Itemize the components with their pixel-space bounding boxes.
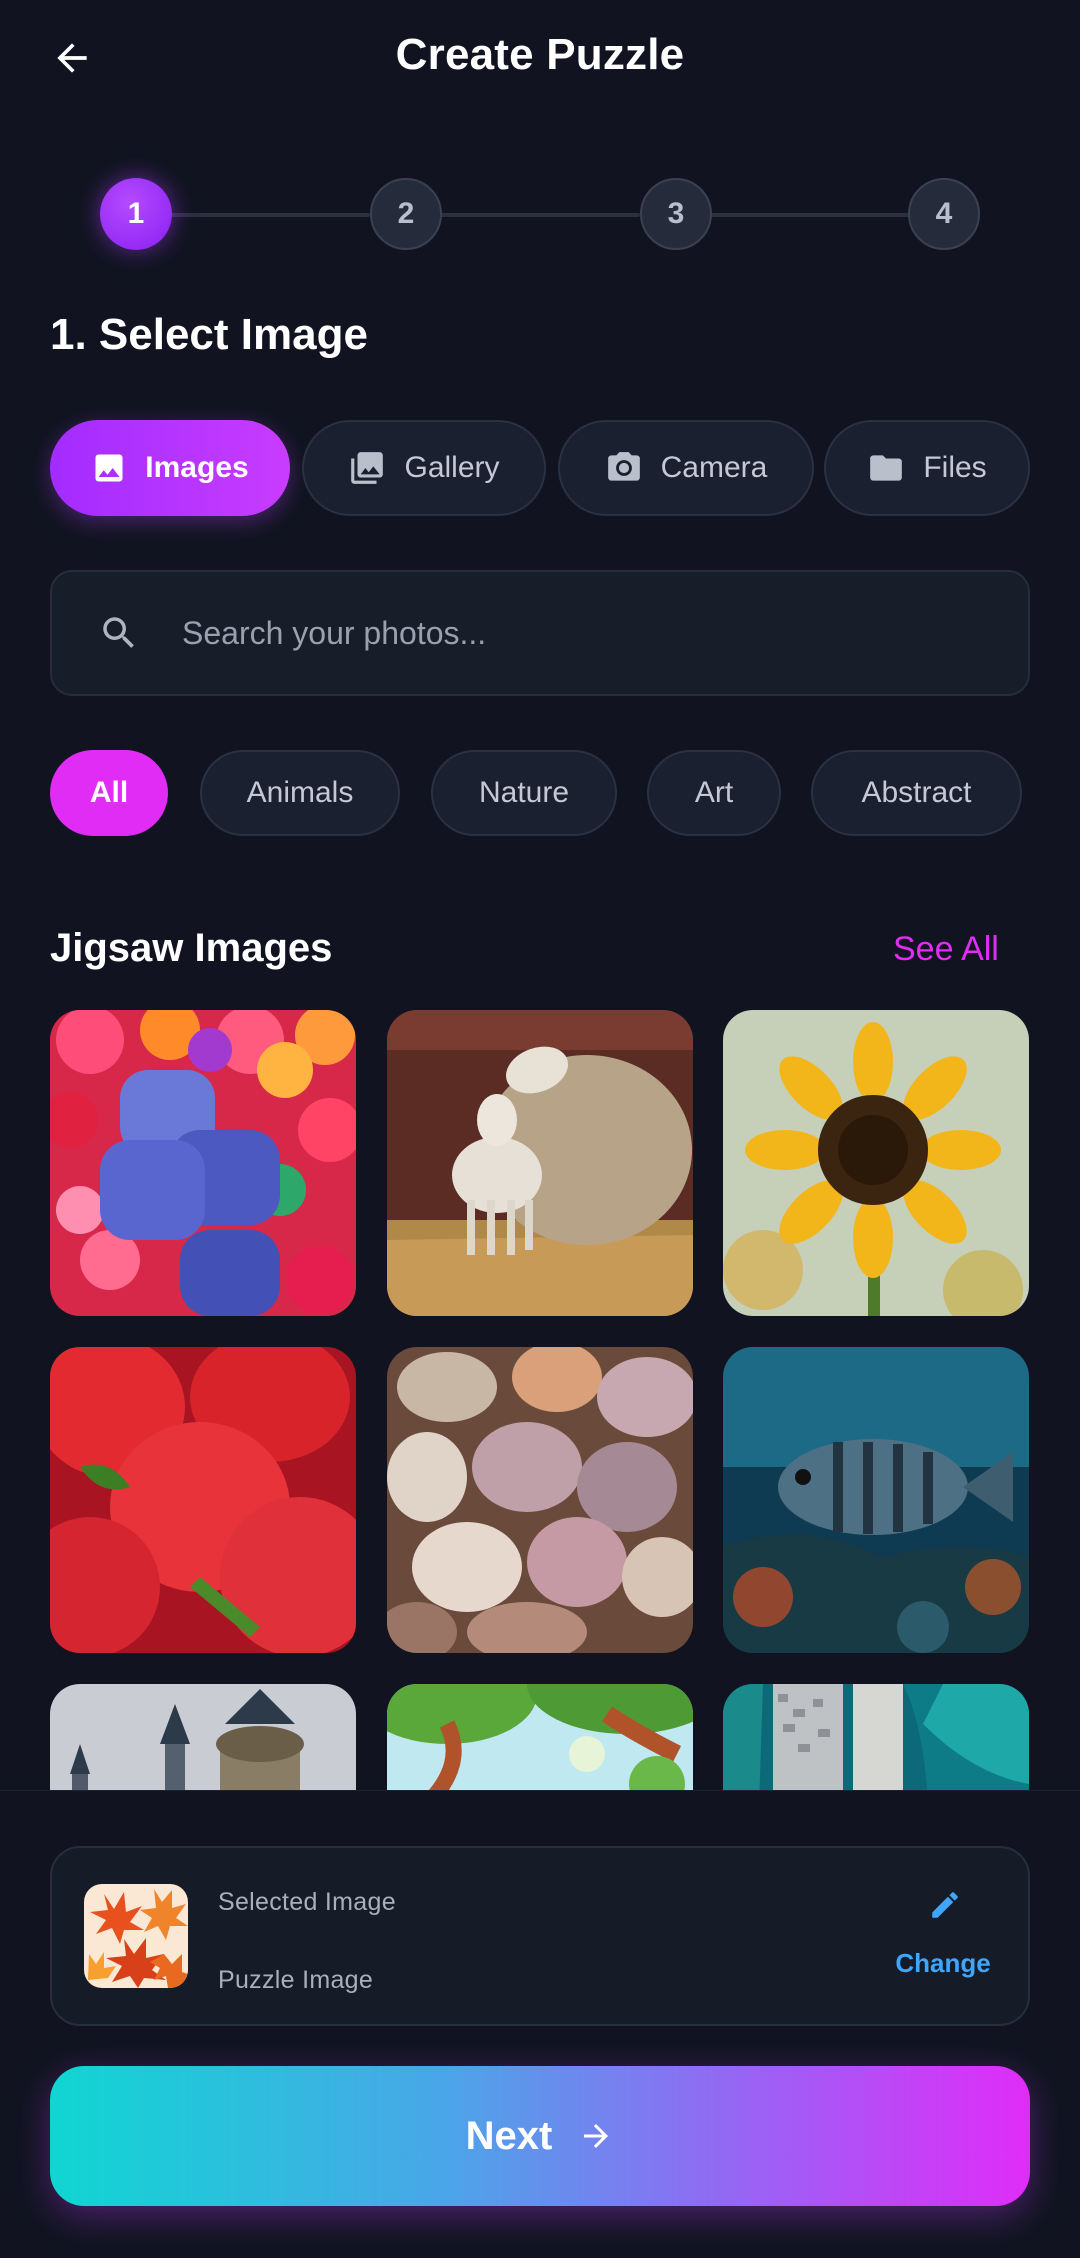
image-tile-seashells[interactable]	[387, 1347, 693, 1653]
change-image-button[interactable]: Change	[888, 1888, 998, 1988]
step-4[interactable]: 4	[908, 178, 980, 250]
see-all-link[interactable]: See All	[893, 930, 999, 969]
image-tile-candy[interactable]	[50, 1010, 356, 1316]
chip-art[interactable]: Art	[647, 750, 781, 836]
chip-animals[interactable]: Animals	[200, 750, 400, 836]
image-tile-cartoon-forest[interactable]	[387, 1684, 693, 1790]
tab-label: Gallery	[404, 451, 500, 484]
tab-label: Files	[923, 451, 987, 484]
step-1[interactable]: 1	[100, 178, 172, 250]
image-tile-fish[interactable]	[723, 1347, 1029, 1653]
tab-label: Camera	[660, 451, 768, 484]
tab-images[interactable]: Images	[50, 420, 290, 516]
sheep-image	[387, 1010, 693, 1316]
image-tile-sheep[interactable]	[387, 1010, 693, 1316]
selected-image-thumbnail	[84, 1884, 188, 1988]
create-puzzle-screen: Create Puzzle 1 2 3 4 1. Select Image Im…	[0, 0, 1080, 2258]
step-connector	[710, 213, 910, 217]
folder-icon	[867, 449, 905, 487]
step-connector	[440, 213, 640, 217]
search-icon	[98, 612, 140, 654]
camera-icon	[605, 449, 643, 487]
arrow-right-icon	[584, 2124, 609, 2148]
selected-image-card: Selected Image Puzzle Image Change	[50, 1846, 1030, 2026]
source-tabs: Images Gallery Camera Files	[50, 420, 1030, 516]
image-tile-sunflower[interactable]	[723, 1010, 1029, 1316]
image-grid	[0, 1010, 1080, 1790]
tab-camera[interactable]: Camera	[558, 420, 814, 516]
chip-nature[interactable]: Nature	[431, 750, 617, 836]
change-label: Change	[895, 1948, 991, 1978]
next-label: Next	[465, 2113, 553, 2158]
cartoon-forest-image	[387, 1684, 693, 1790]
tab-gallery[interactable]: Gallery	[302, 420, 546, 516]
app-header: Create Puzzle	[0, 0, 1080, 120]
image-icon	[91, 450, 127, 486]
selected-image-name: Puzzle Image	[218, 1966, 374, 1994]
gallery-title: Jigsaw Images	[50, 926, 333, 970]
seashells-image	[387, 1347, 693, 1653]
selected-image-label: Selected Image	[218, 1888, 396, 1916]
pencil-icon	[932, 1892, 958, 1918]
next-button[interactable]: Next	[50, 2066, 1030, 2206]
photo-library-icon	[348, 449, 386, 487]
step-2[interactable]: 2	[370, 178, 442, 250]
page-title: Create Puzzle	[395, 30, 685, 79]
castle-image	[50, 1684, 356, 1790]
chip-abstract[interactable]: Abstract	[811, 750, 1022, 836]
category-chips: All Animals Nature Art Abstract	[50, 750, 1040, 836]
strawberries-image	[50, 1347, 356, 1653]
search-input[interactable]	[182, 614, 942, 652]
chip-all[interactable]: All	[50, 750, 168, 836]
step-3[interactable]: 3	[640, 178, 712, 250]
step-connector	[170, 213, 370, 217]
candy-image	[50, 1010, 356, 1316]
image-tile-aerial-coast[interactable]	[723, 1684, 1029, 1790]
fish-image	[723, 1347, 1029, 1653]
sunflower-image	[723, 1010, 1029, 1316]
tab-files[interactable]: Files	[824, 420, 1030, 516]
autumn-leaves-image	[84, 1884, 188, 1988]
section-title: 1. Select Image	[50, 310, 368, 359]
image-tile-castle[interactable]	[50, 1684, 356, 1790]
search-bar	[50, 570, 1030, 696]
aerial-coast-image	[723, 1684, 1029, 1790]
tab-label: Images	[145, 451, 249, 484]
image-tile-strawberries[interactable]	[50, 1347, 356, 1653]
progress-stepper: 1 2 3 4	[100, 178, 980, 252]
